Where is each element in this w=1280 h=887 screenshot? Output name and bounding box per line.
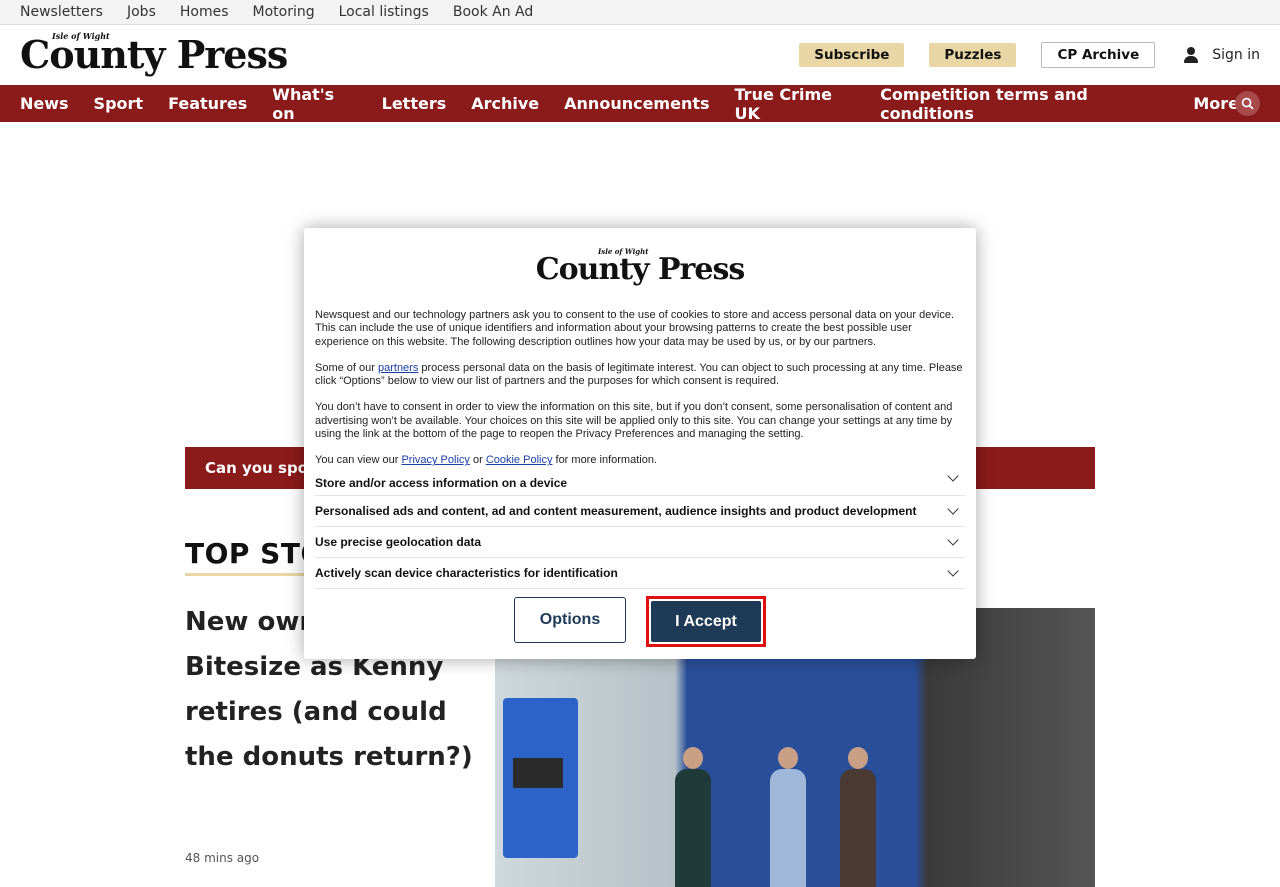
logo-subtitle: Isle of Wight <box>52 31 110 41</box>
photo-person <box>770 747 806 887</box>
search-button[interactable] <box>1235 91 1260 116</box>
consent-paragraph-choices: You don’t have to consent in order to vi… <box>315 401 953 441</box>
consent-dialog: Isle of Wight County Press Newsquest and… <box>304 228 976 659</box>
nav-item-letters[interactable]: Letters <box>382 94 447 113</box>
cookie-policy-link[interactable]: Cookie Policy <box>486 454 553 466</box>
topbar-link-jobs[interactable]: Jobs <box>127 4 156 20</box>
chevron-down-icon <box>947 503 959 515</box>
ticker-text: Can you spot <box>205 459 316 477</box>
search-icon <box>1241 97 1254 110</box>
nav-item-features[interactable]: Features <box>168 94 247 113</box>
consent-logo: Isle of Wight County Press <box>315 248 965 288</box>
sign-in-link[interactable]: Sign in <box>1180 44 1260 66</box>
chevron-down-icon <box>947 470 959 482</box>
subscribe-button[interactable]: Subscribe <box>799 43 905 67</box>
topbar-link-local-listings[interactable]: Local listings <box>339 4 429 20</box>
photo-person <box>675 747 711 887</box>
accept-button[interactable]: I Accept <box>651 601 761 642</box>
consent-text: You can view our <box>315 454 402 467</box>
topbar-link-book-an-ad[interactable]: Book An Ad <box>453 4 533 20</box>
consent-text: or <box>469 454 486 467</box>
nav-item-whats-on[interactable]: What's on <box>272 85 356 123</box>
story-timestamp: 48 mins ago <box>185 851 260 865</box>
consent-paragraph-policies: You can view our Privacy Policy or Cooki… <box>315 454 965 467</box>
nav-item-archive[interactable]: Archive <box>471 94 539 113</box>
consent-text: Some of our <box>315 361 378 374</box>
purpose-geolocation[interactable]: Use precise geolocation data <box>315 527 965 558</box>
consent-logo-subtitle: Isle of Wight <box>598 247 649 256</box>
nav-item-news[interactable]: News <box>20 94 69 113</box>
chevron-down-icon <box>947 565 959 577</box>
accept-button-highlight: I Accept <box>646 596 766 647</box>
sign-in-label: Sign in <box>1212 47 1260 63</box>
nav-item-competition-terms[interactable]: Competition terms and conditions <box>880 85 1168 123</box>
purpose-label: Store and/or access information on a dev… <box>315 475 568 490</box>
puzzles-button[interactable]: Puzzles <box>929 43 1017 67</box>
cp-archive-button[interactable]: CP Archive <box>1041 42 1156 68</box>
options-button[interactable]: Options <box>514 597 626 643</box>
consent-paragraph-partners: Some of our partners process personal da… <box>315 362 965 389</box>
top-utility-bar: Newsletters Jobs Homes Motoring Local li… <box>0 0 1280 25</box>
consent-buttons: Options I Accept <box>304 596 976 647</box>
nav-more-label: More <box>1193 94 1239 113</box>
consent-logo-text: County Press <box>535 252 745 287</box>
consent-paragraph-intro: Newsquest and our technology partners as… <box>315 309 954 348</box>
purpose-store-access[interactable]: Store and/or access information on a dev… <box>315 470 965 496</box>
user-icon <box>1180 44 1202 66</box>
purpose-personalised-ads[interactable]: Personalised ads and content, ad and con… <box>315 496 965 527</box>
masthead-actions: Subscribe Puzzles CP Archive Sign in <box>799 42 1260 68</box>
purpose-label: Actively scan device characteristics for… <box>315 565 618 580</box>
photo-person <box>840 747 876 887</box>
consent-text: for more information. <box>552 454 658 467</box>
purpose-device-scan[interactable]: Actively scan device characteristics for… <box>315 558 965 589</box>
consent-purposes-list: Store and/or access information on a dev… <box>315 470 965 589</box>
purpose-label: Personalised ads and content, ad and con… <box>315 503 917 518</box>
photo-atm <box>503 698 578 858</box>
purpose-label: Use precise geolocation data <box>315 534 482 549</box>
partners-link[interactable]: partners <box>378 362 418 374</box>
nav-item-true-crime-uk[interactable]: True Crime UK <box>735 85 856 123</box>
chevron-down-icon <box>947 534 959 546</box>
topbar-link-homes[interactable]: Homes <box>180 4 229 20</box>
nav-item-announcements[interactable]: Announcements <box>564 94 709 113</box>
nav-item-sport[interactable]: Sport <box>94 94 144 113</box>
masthead: Isle of Wight County Press Subscribe Puz… <box>0 25 1280 85</box>
topbar-link-motoring[interactable]: Motoring <box>253 4 315 20</box>
topbar-link-newsletters[interactable]: Newsletters <box>20 4 103 20</box>
privacy-policy-link[interactable]: Privacy Policy <box>401 454 469 466</box>
main-nav: News Sport Features What's on Letters Ar… <box>0 85 1280 123</box>
site-logo[interactable]: Isle of Wight County Press <box>20 32 288 74</box>
